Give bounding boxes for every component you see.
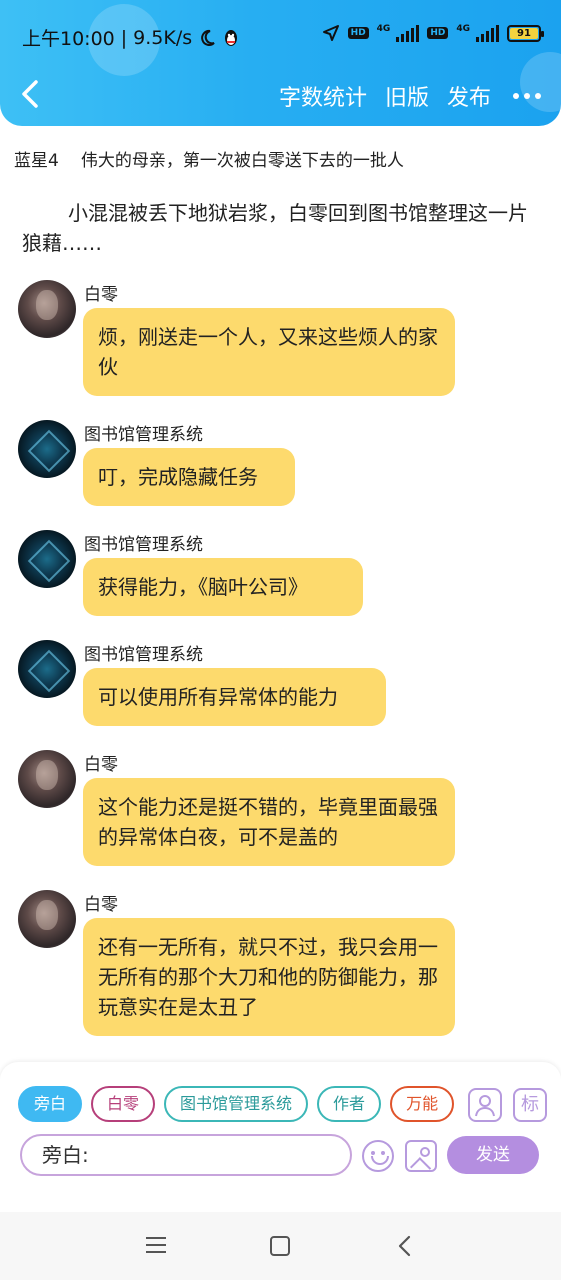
avatar[interactable] xyxy=(18,530,76,588)
message-input[interactable]: 旁白: xyxy=(20,1134,352,1176)
hd-badge-2: HD xyxy=(427,27,449,39)
battery-level: 91 xyxy=(510,27,538,39)
network-speed: 9.5K/s xyxy=(133,26,193,49)
network-type-2: 4G xyxy=(456,24,470,34)
message-bubble[interactable]: 这个能力还是挺不错的，毕竟里面最强的异常体白夜，可不是盖的 xyxy=(83,778,455,866)
status-time: 上午10:00 xyxy=(22,28,115,50)
message-bubble[interactable]: 还有一无所有，就只不过，我只会用一无所有的那个大刀和他的防御能力，那玩意实在是太… xyxy=(83,918,455,1036)
system-nav-bar xyxy=(0,1212,561,1280)
user-icon xyxy=(475,1095,495,1117)
avatar[interactable] xyxy=(18,890,76,948)
battery-icon: 91 xyxy=(507,24,544,42)
avatar[interactable] xyxy=(18,420,76,478)
old-version-button[interactable]: 旧版 xyxy=(385,80,429,112)
location-arrow-icon xyxy=(322,25,339,41)
qq-penguin-icon xyxy=(225,29,238,46)
publish-button[interactable]: 发布 xyxy=(447,80,491,112)
app-header: 上午10:00 | 9.5K/s HD 4G HD 4G 91 字数统计 旧版 … xyxy=(0,0,561,126)
chevron-left-icon xyxy=(22,80,38,108)
speaker-name: 图书馆管理系统 xyxy=(84,425,203,445)
status-separator: | xyxy=(120,26,128,49)
speaker-name: 白零 xyxy=(84,895,118,915)
hd-badge: HD xyxy=(347,27,369,39)
header-actions: 字数统计 旧版 发布 xyxy=(279,80,541,112)
speaker-name: 图书馆管理系统 xyxy=(84,535,203,555)
home-icon[interactable] xyxy=(270,1236,290,1256)
signal-icon-2 xyxy=(476,24,499,42)
role-chip-library-system[interactable]: 图书馆管理系统 xyxy=(164,1086,309,1122)
speaker-name: 白零 xyxy=(84,755,118,775)
person-icon[interactable] xyxy=(468,1088,502,1122)
status-left: 上午10:00 | 9.5K/s xyxy=(22,24,240,51)
more-icon[interactable] xyxy=(509,93,541,99)
story-title-left: 蓝星4 xyxy=(14,151,59,171)
role-selector: 旁白 白零 图书馆管理系统 作者 万能 xyxy=(18,1086,458,1124)
role-chip-author[interactable]: 作者 xyxy=(317,1086,382,1122)
story-intro: 小混混被丢下地狱岩浆，白零回到图书馆整理这一片狼藉…… xyxy=(22,201,528,255)
status-bar: 上午10:00 | 9.5K/s HD 4G HD 4G 91 xyxy=(0,18,561,54)
recent-apps-icon[interactable] xyxy=(146,1237,166,1253)
avatar[interactable] xyxy=(18,640,76,698)
speaker-name: 白零 xyxy=(84,285,118,305)
status-right: HD 4G HD 4G 91 xyxy=(322,24,544,42)
role-chip-bailing[interactable]: 白零 xyxy=(91,1086,156,1122)
send-button[interactable]: 发送 xyxy=(447,1136,539,1174)
network-type-1: 4G xyxy=(376,24,391,34)
speaker-name: 图书馆管理系统 xyxy=(84,645,203,665)
nav-row: 字数统计 旧版 发布 xyxy=(0,70,561,120)
word-count-button[interactable]: 字数统计 xyxy=(279,80,367,112)
moon-icon xyxy=(201,29,215,46)
message-bubble[interactable]: 可以使用所有异常体的能力 xyxy=(83,668,386,726)
signal-icon xyxy=(396,24,420,42)
message-bubble[interactable]: 烦，刚送走一个人，又来这些烦人的家伙 xyxy=(83,308,455,396)
message-bubble[interactable]: 叮，完成隐藏任务 xyxy=(83,448,295,506)
image-icon[interactable] xyxy=(405,1140,437,1172)
emoji-icon[interactable] xyxy=(362,1140,394,1172)
tag-button[interactable]: 标 xyxy=(513,1088,547,1122)
avatar[interactable] xyxy=(18,750,76,808)
back-button[interactable] xyxy=(16,76,46,112)
story-title: 蓝星4 伟大的母亲，第一次被白零送下去的一批人 xyxy=(14,146,404,171)
story-title-right: 伟大的母亲，第一次被白零送下去的一批人 xyxy=(80,151,404,171)
role-chip-universal[interactable]: 万能 xyxy=(390,1086,455,1122)
avatar[interactable] xyxy=(18,280,76,338)
message-bubble[interactable]: 获得能力，《脑叶公司》 xyxy=(83,558,363,616)
composer-panel: 旁白 白零 图书馆管理系统 作者 万能 标 旁白: 发送 xyxy=(0,1062,561,1212)
role-chip-narration[interactable]: 旁白 xyxy=(18,1086,83,1122)
back-icon[interactable] xyxy=(395,1234,415,1258)
